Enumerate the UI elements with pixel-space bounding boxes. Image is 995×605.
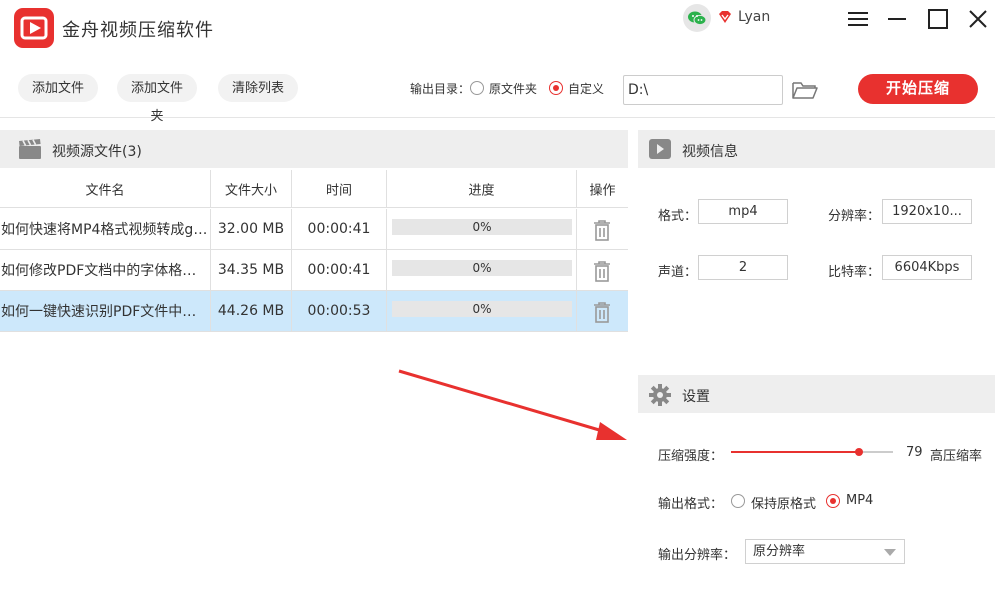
clapperboard-icon [18,138,42,164]
slider-thumb[interactable] [854,448,863,456]
file-actions [577,291,628,331]
radio-custom-folder-label[interactable]: 自定义 [568,80,604,97]
output-dir-label: 输出目录： [410,82,471,96]
bitrate-value: 6604Kbps [882,255,972,280]
minimize-icon[interactable] [884,6,910,32]
radio-source-folder-label[interactable]: 原文件夹 [489,80,537,97]
compression-strength-slider[interactable] [731,448,893,456]
file-list-title: 视频源文件(3) [52,144,142,160]
table-row[interactable]: 如何快速将MP4格式视频转成gif... 32.00 MB 00:00:41 0… [0,209,628,250]
output-resolution-value: 原分辨率 [753,544,806,559]
output-resolution-label: 输出分辨率： [658,548,737,563]
file-progress: 0% [387,291,577,331]
app-logo-icon [14,8,54,48]
file-size: 44.26 MB [211,291,292,331]
output-path-input[interactable] [623,75,783,105]
file-duration: 00:00:53 [292,291,387,331]
file-name: 如何一键快速识别PDF文件中的... [0,291,211,331]
column-header-size: 文件大小 [211,170,292,207]
table-header: 文件名 文件大小 时间 进度 操作 [0,170,628,208]
video-info-title: 视频信息 [682,144,738,160]
output-format-label: 输出格式： [658,497,724,512]
delete-icon[interactable] [592,301,612,327]
file-size: 32.00 MB [211,209,292,249]
file-size: 34.35 MB [211,250,292,290]
resolution-value: 1920x10... [882,199,972,224]
resolution-label: 分辨率： [828,209,881,224]
video-play-icon [648,138,672,164]
compression-strength-desc: 高压缩率 [930,449,983,464]
radio-source-folder[interactable] [470,81,484,95]
video-info-header: 视频信息 [638,130,995,168]
channel-label: 声道： [658,265,698,280]
file-duration: 00:00:41 [292,209,387,249]
progress-text: 0% [472,220,492,234]
clear-list-button[interactable]: 清除列表 [218,74,298,102]
table-row[interactable]: 如何修改PDF文档中的字体格式... 34.35 MB 00:00:41 0% [0,250,628,291]
chevron-down-icon [884,549,896,556]
file-list-header: 视频源文件(3) [0,130,628,168]
progress-bar: 0% [392,219,572,235]
add-folder-button[interactable]: 添加文件夹 [117,74,197,123]
radio-keep-format[interactable] [731,494,745,508]
output-resolution-select[interactable]: 原分辨率 [745,539,905,564]
radio-keep-format-label[interactable]: 保持原格式 [751,493,816,512]
settings-header: 设置 [638,375,995,413]
wechat-icon[interactable] [683,4,711,32]
file-actions [577,209,628,249]
delete-icon[interactable] [592,260,612,286]
file-actions [577,250,628,290]
column-header-name: 文件名 [0,170,211,207]
format-label: 格式： [658,209,698,224]
settings-title: 设置 [682,389,710,405]
file-progress: 0% [387,250,577,290]
channel-value: 2 [698,255,788,280]
column-header-time: 时间 [292,170,387,207]
column-header-progress: 进度 [387,170,577,207]
app-title: 金舟视频压缩软件 [62,20,214,41]
radio-mp4-format-label[interactable]: MP4 [846,493,873,508]
column-header-action: 操作 [589,183,616,198]
vip-badge-icon [718,10,732,24]
bitrate-label: 比特率： [828,265,881,280]
progress-text: 0% [472,302,492,316]
progress-text: 0% [472,261,492,275]
radio-mp4-format[interactable] [826,494,840,508]
slider-fill [731,451,859,453]
file-name: 如何修改PDF文档中的字体格式... [0,250,211,290]
progress-bar: 0% [392,260,572,276]
start-compress-button[interactable]: 开始压缩 [858,74,978,104]
title-bar: 金舟视频压缩软件 Lyan [0,0,995,58]
delete-icon[interactable] [592,219,612,245]
compression-strength-value: 79 [906,445,923,460]
file-name: 如何快速将MP4格式视频转成gif... [0,209,211,249]
add-file-button[interactable]: 添加文件 [18,74,98,102]
file-duration: 00:00:41 [292,250,387,290]
gear-icon [648,383,672,411]
format-value: mp4 [698,199,788,224]
user-name[interactable]: Lyan [738,9,770,25]
toolbar: 添加文件 添加文件夹 清除列表 输出目录： 原文件夹 自定义 开始压缩 [0,58,995,123]
maximize-icon[interactable] [925,6,951,32]
menu-icon[interactable] [845,6,871,32]
open-folder-icon[interactable] [791,79,819,105]
progress-bar: 0% [392,301,572,317]
file-progress: 0% [387,209,577,249]
radio-custom-folder[interactable] [549,81,563,95]
compression-strength-label: 压缩强度： [658,449,724,464]
table-row[interactable]: 如何一键快速识别PDF文件中的... 44.26 MB 00:00:53 0% [0,291,628,332]
close-icon[interactable] [965,6,991,32]
